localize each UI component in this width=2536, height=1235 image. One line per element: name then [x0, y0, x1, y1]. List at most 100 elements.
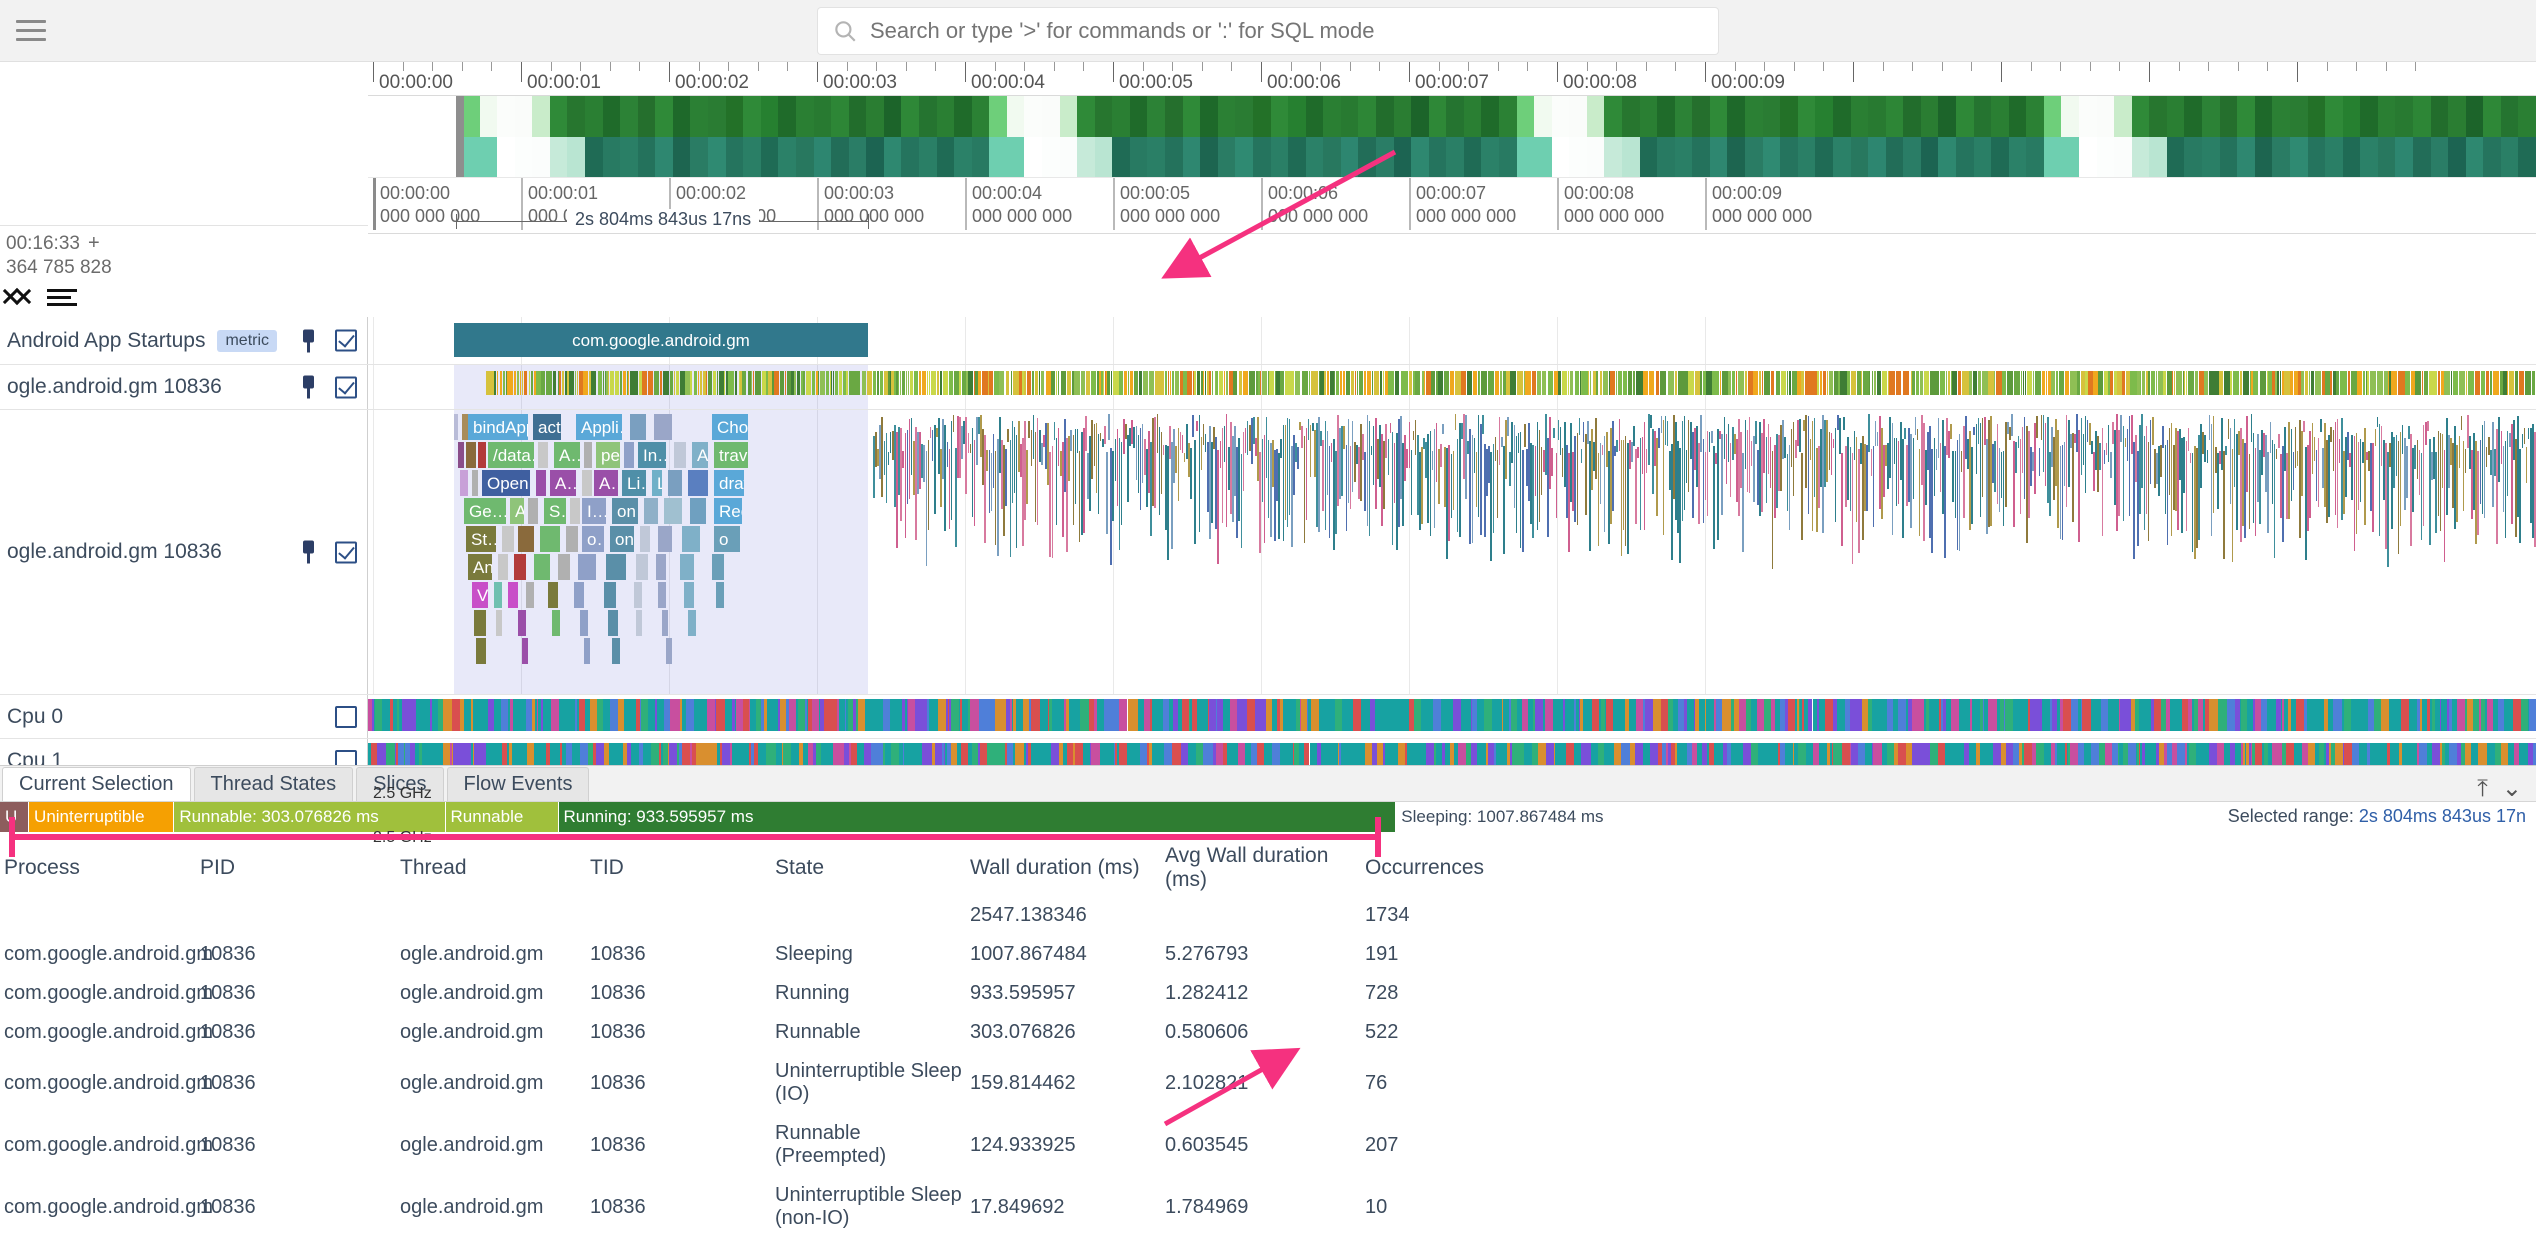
- flame-slice[interactable]: [496, 610, 502, 636]
- thread-state-slice[interactable]: [2308, 371, 2310, 395]
- thread-state-slice[interactable]: [1090, 371, 1097, 395]
- thread-state-slice[interactable]: [578, 371, 583, 395]
- thread-state-slice[interactable]: [569, 371, 575, 395]
- thread-state-slice[interactable]: [1590, 371, 1592, 395]
- flame-slice[interactable]: [634, 582, 642, 608]
- thread-state-slice[interactable]: [1255, 371, 1258, 395]
- cpu-slice[interactable]: [2373, 699, 2381, 731]
- cpu-slice[interactable]: [1119, 699, 1128, 731]
- table-row[interactable]: com.google.android.gm 10836 ogle.android.g…: [0, 1114, 2536, 1176]
- flame-slice[interactable]: bindApplicat…: [468, 414, 528, 440]
- thread-state-slice[interactable]: [977, 371, 981, 395]
- cpu-slice[interactable]: [1738, 699, 1747, 731]
- flame-slice[interactable]: A…: [594, 470, 618, 496]
- thread-state-slice[interactable]: [1233, 371, 1238, 395]
- flame-slice[interactable]: [528, 498, 538, 524]
- flame-slice[interactable]: [548, 582, 558, 608]
- cpu-slice[interactable]: [525, 699, 533, 731]
- flame-slice[interactable]: [552, 610, 560, 636]
- thread-state-slice[interactable]: [2489, 371, 2493, 395]
- thread-state-slice[interactable]: [517, 371, 520, 395]
- thread-state-slice[interactable]: [1160, 371, 1164, 395]
- thread-state-slice[interactable]: [1801, 371, 1805, 395]
- cpu-slice[interactable]: [443, 699, 452, 731]
- thread-state-slice[interactable]: [803, 371, 806, 395]
- thread-state-slice[interactable]: [930, 371, 937, 395]
- thread-state-slice[interactable]: [611, 371, 614, 395]
- thread-state-slice[interactable]: [1595, 371, 1599, 395]
- cpu-slice[interactable]: [2333, 699, 2341, 731]
- thread-state-slice[interactable]: [559, 371, 562, 395]
- cpu-slice[interactable]: [481, 699, 489, 731]
- thread-state-slice[interactable]: [989, 371, 994, 395]
- flame-slice[interactable]: [636, 610, 642, 636]
- thread-state-slice[interactable]: [1700, 371, 1702, 395]
- flame-slice[interactable]: L: [652, 470, 662, 496]
- thread-state-slice[interactable]: [2467, 371, 2475, 395]
- thread-state-slice[interactable]: [1335, 371, 1340, 395]
- thread-state-slice[interactable]: [2458, 371, 2466, 395]
- thread-state-slice[interactable]: [833, 371, 835, 395]
- state-segment[interactable]: Runnable: 303.076826 ms: [174, 802, 446, 832]
- track-checkbox[interactable]: [335, 329, 357, 352]
- thread-state-slice[interactable]: [1567, 371, 1569, 395]
- thread-state-slice[interactable]: [647, 371, 654, 395]
- thread-state-slice[interactable]: [867, 371, 873, 395]
- table-row[interactable]: com.google.android.gm 10836 ogle.android.g…: [0, 935, 2536, 974]
- cpu-slice[interactable]: [2071, 699, 2079, 731]
- thread-state-slice[interactable]: [1510, 371, 1516, 395]
- flame-slice[interactable]: Ge…: [464, 498, 506, 524]
- cpu-slice[interactable]: [1824, 699, 1834, 731]
- thread-state-slice[interactable]: [1301, 371, 1308, 395]
- cpu-slice[interactable]: [2123, 699, 2131, 731]
- thread-state-slice[interactable]: [1187, 371, 1192, 395]
- flame-slice[interactable]: [612, 638, 620, 664]
- thread-state-slice[interactable]: [1165, 371, 1167, 395]
- flame-slice[interactable]: [514, 554, 526, 580]
- thread-state-slice[interactable]: [913, 371, 919, 395]
- thread-state-slice[interactable]: [1262, 371, 1267, 395]
- thread-state-slice[interactable]: [1939, 371, 1945, 395]
- cpu-slice[interactable]: [1988, 699, 1997, 731]
- flame-slice[interactable]: [540, 526, 560, 552]
- track-canvas[interactable]: [368, 695, 2536, 738]
- thread-state-slice[interactable]: [1753, 371, 1758, 395]
- thread-state-slice[interactable]: [825, 371, 829, 395]
- thread-state-slice[interactable]: [1882, 371, 1888, 395]
- cpu-slice[interactable]: [1414, 699, 1422, 731]
- thread-state-slice[interactable]: [1216, 371, 1219, 395]
- thread-state-slice[interactable]: [2001, 371, 2007, 395]
- thread-state-slice[interactable]: [2187, 371, 2194, 395]
- thread-state-slice[interactable]: [959, 371, 961, 395]
- thread-state-slice[interactable]: [1972, 371, 1977, 395]
- flame-slice[interactable]: V: [472, 582, 488, 608]
- thread-state-slice[interactable]: [2097, 371, 2104, 395]
- cpu-slice[interactable]: [693, 699, 702, 731]
- thread-state-slice[interactable]: [1124, 371, 1127, 395]
- cpu-slice[interactable]: [1039, 699, 1048, 731]
- thread-state-slice[interactable]: [583, 371, 589, 395]
- cpu-slice[interactable]: [2100, 699, 2109, 731]
- thread-state-slice[interactable]: [1430, 371, 1436, 395]
- cpu-slice[interactable]: [929, 699, 939, 731]
- thread-state-slice[interactable]: [523, 371, 528, 395]
- thread-state-slice[interactable]: [1547, 371, 1553, 395]
- cpu-slice[interactable]: [656, 699, 665, 731]
- flame-slice[interactable]: [580, 610, 588, 636]
- thread-state-slice[interactable]: [2358, 371, 2362, 395]
- thread-state-slice[interactable]: [620, 371, 622, 395]
- track-shelf-2[interactable]: ogle.android.gm 10836: [0, 410, 368, 694]
- track-shelf-1[interactable]: ogle.android.gm 10836: [0, 365, 368, 409]
- thread-state-slice[interactable]: [2027, 371, 2033, 395]
- thread-state-slice[interactable]: [2524, 371, 2532, 395]
- cpu-slice[interactable]: [1335, 699, 1342, 731]
- thread-state-slice[interactable]: [2230, 371, 2232, 395]
- thread-state-slice[interactable]: [2232, 371, 2240, 395]
- thread-state-slice[interactable]: [806, 371, 812, 395]
- cpu-slice[interactable]: [2400, 699, 2409, 731]
- thread-state-slice[interactable]: [2347, 371, 2350, 395]
- thread-state-slice[interactable]: [1838, 371, 1840, 395]
- thread-state-slice[interactable]: [2480, 371, 2486, 395]
- cpu-slice[interactable]: [1326, 699, 1336, 731]
- cpu-slice[interactable]: [789, 699, 797, 731]
